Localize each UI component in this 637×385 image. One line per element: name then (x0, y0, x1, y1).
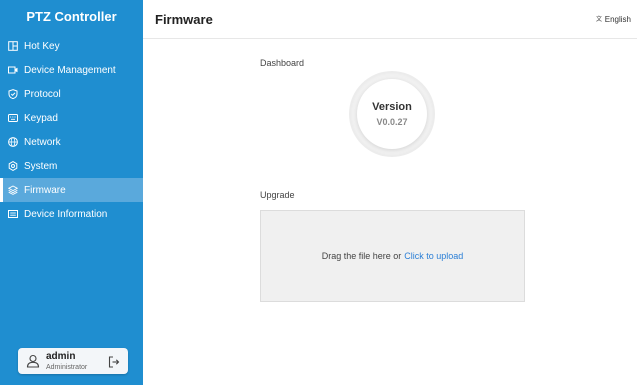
shield-icon (8, 89, 18, 99)
user-avatar-icon (26, 354, 40, 368)
sidebar-item-label: Keypad (24, 112, 58, 124)
version-circle: Version V0.0.27 (350, 72, 434, 156)
svg-text:文: 文 (596, 15, 602, 23)
sidebar-item-label: System (24, 160, 58, 172)
sidebar-item-firmware[interactable]: Firmware (0, 178, 143, 202)
sidebar-item-label: Network (24, 136, 61, 148)
sidebar: PTZ Controller Hot Key Device Management… (0, 0, 143, 385)
top-header: Firmware 文 English (143, 0, 637, 39)
language-switcher[interactable]: 文 English (596, 15, 631, 24)
page-title: Firmware (155, 11, 213, 27)
sidebar-item-label: Device Information (24, 208, 108, 220)
sidebar-item-label: Protocol (24, 88, 61, 100)
layers-icon (8, 185, 18, 195)
logout-icon[interactable] (108, 355, 120, 368)
version-value: V0.0.27 (376, 117, 408, 127)
keyboard-icon (8, 113, 18, 123)
sidebar-item-label: Device Management (24, 64, 116, 76)
upload-dropzone[interactable]: Drag the file here or Click to upload (260, 210, 525, 302)
sidebar-item-hot-key[interactable]: Hot Key (0, 34, 143, 58)
language-label: English (604, 14, 631, 24)
camera-icon (8, 65, 18, 75)
upload-drag-text: Drag the file here or (321, 251, 402, 261)
user-card: admin Administrator (18, 348, 128, 374)
user-info: admin Administrator (46, 350, 88, 371)
version-title: Version (372, 101, 412, 113)
app-title: PTZ Controller (26, 9, 117, 24)
version-badge: Version V0.0.27 (357, 79, 427, 149)
hotkey-icon (8, 41, 18, 51)
user-role: Administrator (46, 363, 88, 371)
sidebar-item-keypad[interactable]: Keypad (0, 106, 143, 130)
sidebar-item-label: Hot Key (24, 40, 60, 52)
translate-icon: 文 (596, 15, 602, 23)
upload-link[interactable]: Click to upload (404, 251, 463, 261)
sidebar-item-device-information[interactable]: Device Information (0, 202, 143, 226)
sidebar-item-system[interactable]: System (0, 154, 143, 178)
sidebar-item-protocol[interactable]: Protocol (0, 82, 143, 106)
sidebar-item-label: Firmware (24, 184, 66, 196)
sidebar-item-network[interactable]: Network (0, 130, 143, 154)
upgrade-label: Upgrade (260, 190, 295, 200)
sidebar-item-device-management[interactable]: Device Management (0, 58, 143, 82)
sidebar-nav: Hot Key Device Management Protocol Keypa… (0, 34, 143, 226)
gear-icon (8, 161, 18, 171)
user-name: admin (46, 350, 76, 362)
globe-icon (8, 137, 18, 147)
info-card-icon (8, 209, 18, 219)
dashboard-label: Dashboard (260, 58, 305, 68)
